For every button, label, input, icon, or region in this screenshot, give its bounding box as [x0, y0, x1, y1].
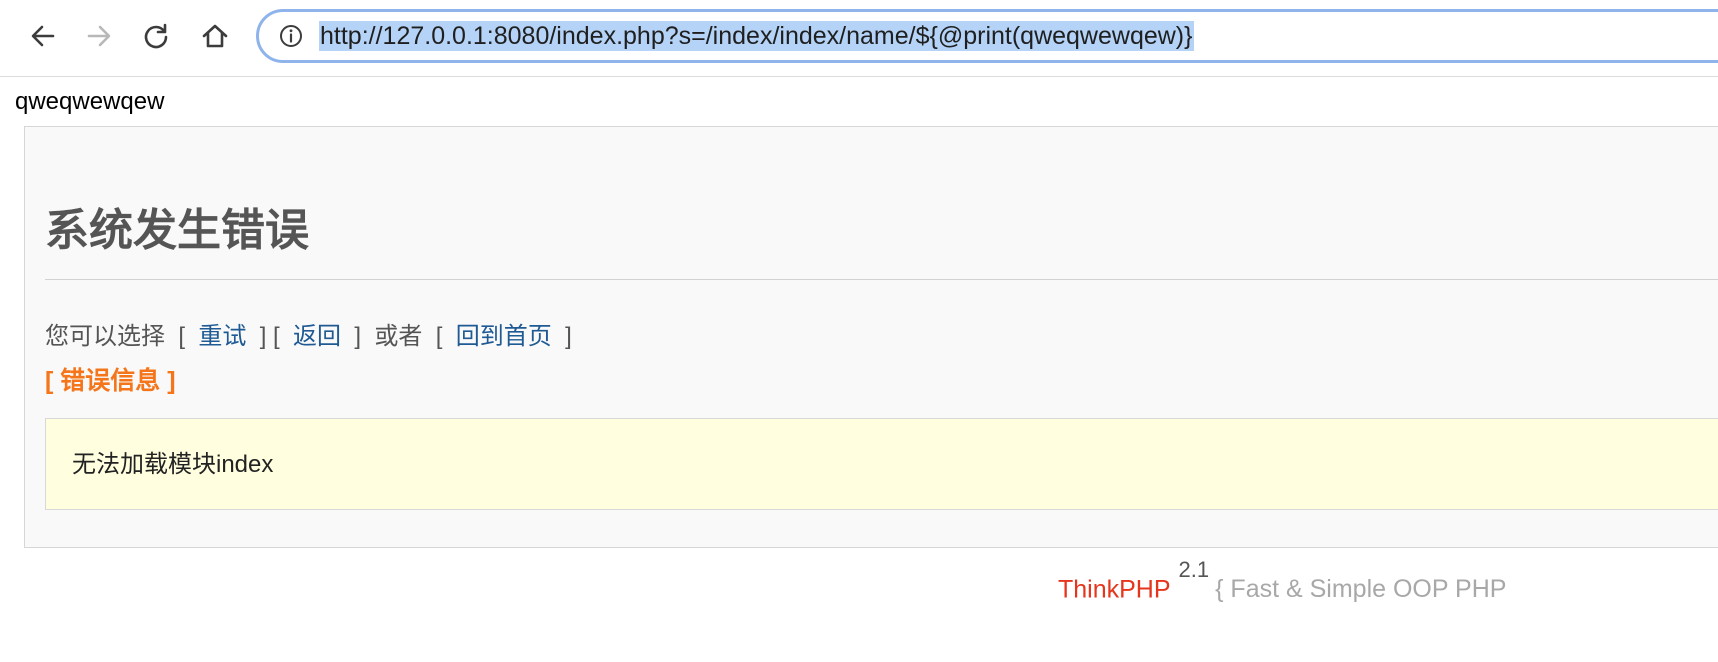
- bracket-close: ] [: [253, 323, 287, 350]
- title-divider: [45, 279, 1718, 280]
- url-text[interactable]: http://127.0.0.1:8080/index.php?s=/index…: [319, 21, 1194, 51]
- bracket-open: [: [171, 323, 192, 350]
- error-title: 系统发生错误: [45, 206, 309, 255]
- slogan: { Fast & Simple OOP PHP: [1215, 575, 1507, 604]
- browser-toolbar: http://127.0.0.1:8080/index.php?s=/index…: [0, 0, 1718, 77]
- home-icon: [202, 24, 228, 48]
- footer: ThinkPHP 2.1{ Fast & Simple OOP PHP: [1058, 557, 1507, 615]
- retry-link[interactable]: 重试: [198, 323, 246, 350]
- echo-output: qweqwewqew: [15, 88, 165, 115]
- bracket-open: [: [429, 323, 450, 350]
- back-button[interactable]: [26, 19, 60, 53]
- action-choices: 您可以选择 [ 重试 ] [ 返回 ] 或者 [ 回到首页 ]: [45, 319, 572, 355]
- error-panel: 系统发生错误 您可以选择 [ 重试 ] [ 返回 ] 或者 [ 回到首页 ] […: [24, 126, 1718, 548]
- arrow-right-icon: [87, 25, 111, 47]
- address-bar[interactable]: http://127.0.0.1:8080/index.php?s=/index…: [256, 9, 1718, 63]
- reload-icon: [144, 23, 168, 49]
- reload-button[interactable]: [139, 19, 173, 53]
- version-number: 2.1: [1178, 557, 1210, 582]
- choice-prompt: 您可以选择: [45, 323, 165, 350]
- back-link[interactable]: 返回: [293, 323, 341, 350]
- error-info-label: [ 错误信息 ]: [45, 367, 176, 395]
- info-icon[interactable]: [279, 24, 303, 48]
- bracket-close: ]: [558, 323, 572, 350]
- home-button[interactable]: [198, 19, 232, 53]
- bracket-close: ]: [347, 323, 368, 350]
- error-message: 无法加载模块index: [72, 451, 274, 478]
- home-page-link[interactable]: 回到首页: [456, 323, 552, 350]
- or-text: 或者: [374, 323, 423, 350]
- error-message-box: 无法加载模块index: [45, 418, 1718, 510]
- arrow-left-icon: [31, 25, 55, 47]
- forward-button[interactable]: [82, 19, 116, 53]
- brand-name: ThinkPHP: [1058, 575, 1171, 604]
